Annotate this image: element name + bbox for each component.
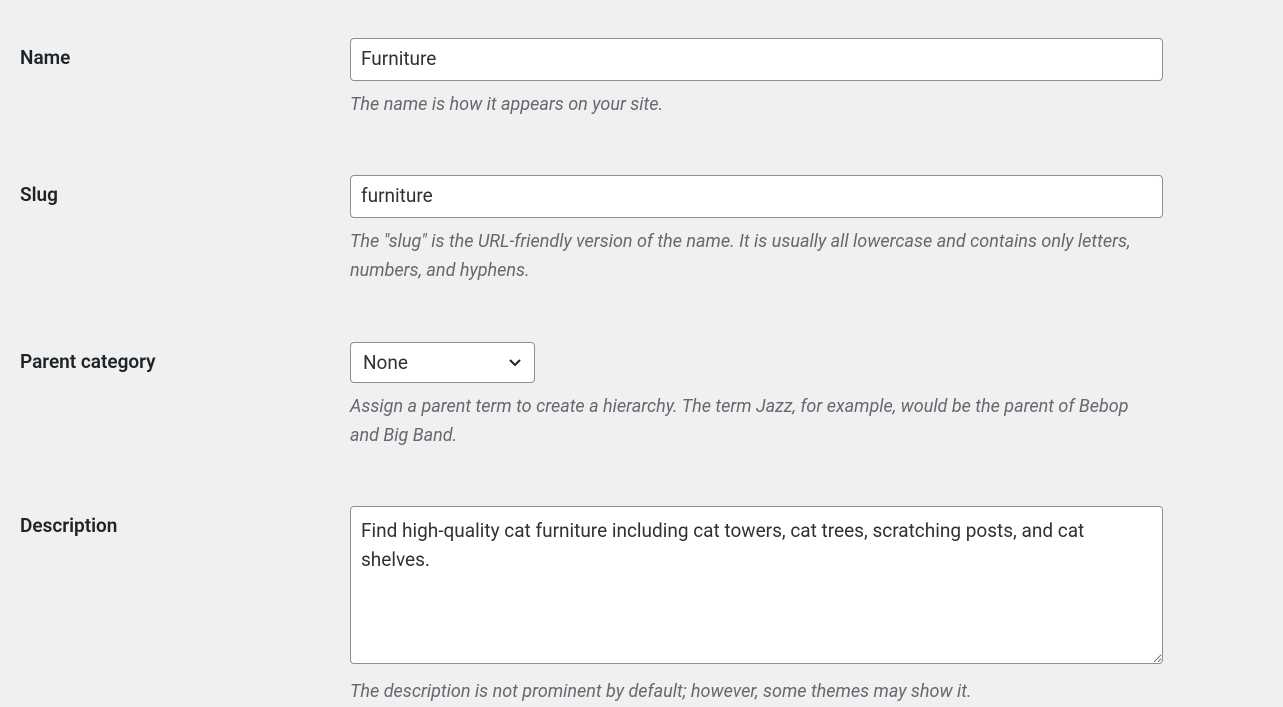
description-field-wrapper: Find high-quality cat furniture includin… (350, 506, 1263, 707)
row-spacer (0, 286, 1283, 322)
parent-field-wrapper: None Assign a parent term to create a hi… (350, 342, 1263, 451)
name-label: Name (20, 38, 350, 69)
parent-select[interactable]: None (350, 342, 535, 383)
name-row: Name The name is how it appears on your … (0, 20, 1283, 119)
description-description: The description is not prominent by defa… (350, 678, 1160, 707)
slug-input[interactable] (350, 175, 1163, 218)
row-spacer (0, 119, 1283, 155)
parent-select-wrapper: None (350, 342, 535, 383)
name-field-wrapper: The name is how it appears on your site. (350, 38, 1263, 119)
description-row: Description Find high-quality cat furnit… (0, 486, 1283, 707)
name-description: The name is how it appears on your site. (350, 91, 1160, 120)
category-edit-form: Name The name is how it appears on your … (0, 20, 1283, 707)
slug-label: Slug (20, 175, 350, 206)
row-spacer (0, 450, 1283, 486)
description-textarea[interactable]: Find high-quality cat furniture includin… (350, 506, 1163, 664)
name-input[interactable] (350, 38, 1163, 81)
slug-description: The "slug" is the URL-friendly version o… (350, 228, 1160, 286)
parent-row: Parent category None Assign a parent ter… (0, 322, 1283, 451)
slug-field-wrapper: The "slug" is the URL-friendly version o… (350, 175, 1263, 285)
parent-description: Assign a parent term to create a hierarc… (350, 393, 1160, 451)
parent-label: Parent category (20, 342, 350, 373)
description-label: Description (20, 506, 350, 537)
slug-row: Slug The "slug" is the URL-friendly vers… (0, 155, 1283, 285)
